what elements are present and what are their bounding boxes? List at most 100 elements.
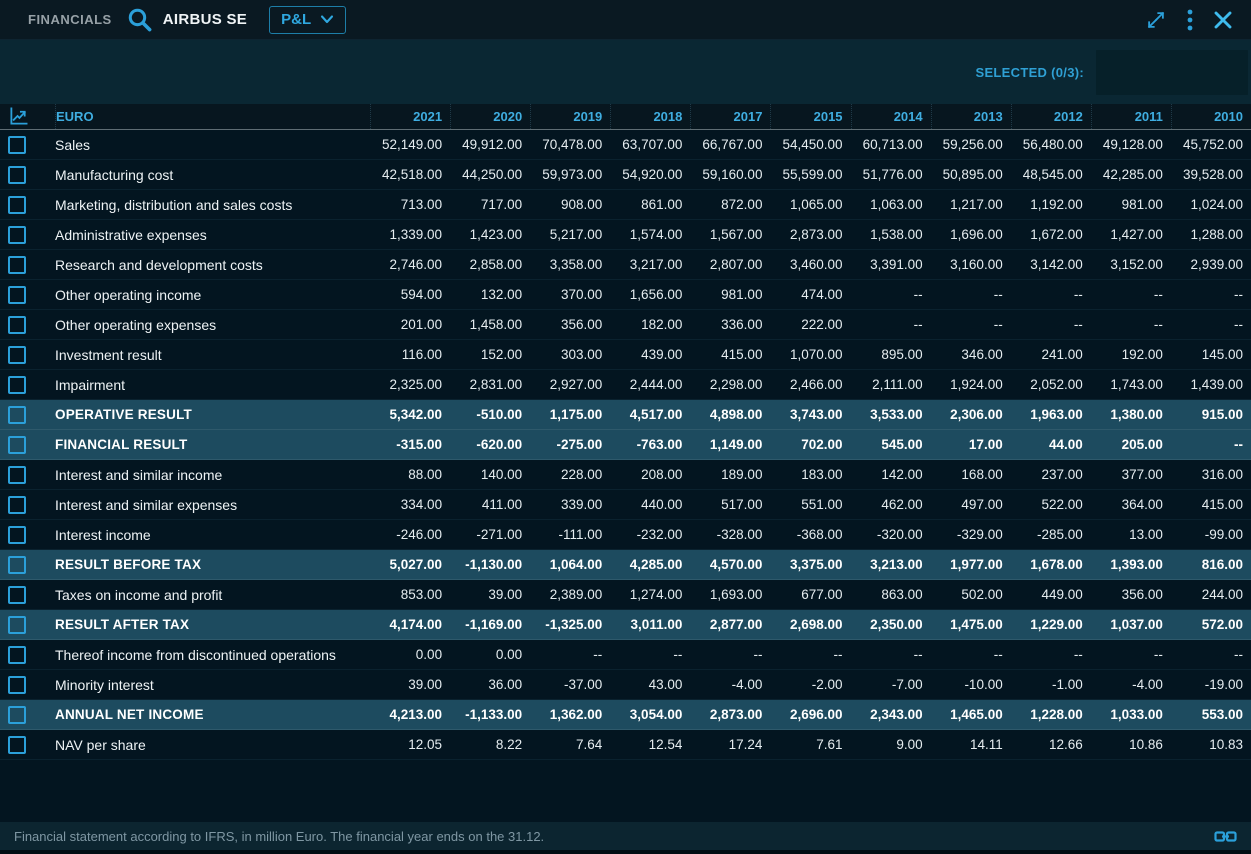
- row-checkbox[interactable]: [8, 436, 26, 454]
- cell-value: 3,358.00: [530, 257, 610, 272]
- cell-value: 4,213.00: [370, 707, 450, 722]
- cell-value: 205.00: [1091, 437, 1171, 452]
- cell-value: 2,298.00: [690, 377, 770, 392]
- cell-value: 1,033.00: [1091, 707, 1171, 722]
- cell-value: -1,130.00: [450, 557, 530, 572]
- table-row: Taxes on income and profit853.0039.002,3…: [0, 580, 1251, 610]
- row-checkbox[interactable]: [8, 226, 26, 244]
- cell-value: 3,142.00: [1011, 257, 1091, 272]
- row-checkbox-cell: [0, 616, 55, 634]
- row-checkbox-cell: [0, 676, 55, 694]
- cell-value: 4,285.00: [610, 557, 690, 572]
- table-row: Investment result116.00152.00303.00439.0…: [0, 340, 1251, 370]
- cell-value: 54,450.00: [770, 137, 850, 152]
- cell-value: --: [851, 317, 931, 332]
- row-checkbox[interactable]: [8, 736, 26, 754]
- cell-value: 17.00: [931, 437, 1011, 452]
- cell-value: 44.00: [1011, 437, 1091, 452]
- year-header: 2021: [370, 104, 450, 129]
- cell-value: 339.00: [530, 497, 610, 512]
- cell-value: 364.00: [1091, 497, 1171, 512]
- cell-value: 2,343.00: [851, 707, 931, 722]
- cell-value: -4.00: [690, 677, 770, 692]
- row-checkbox[interactable]: [8, 316, 26, 334]
- table-header: EURO 20212020201920182017201520142013201…: [0, 104, 1251, 130]
- cell-value: -315.00: [370, 437, 450, 452]
- financials-window: FINANCIALS AIRBUS SE P&L: [0, 0, 1251, 854]
- row-checkbox[interactable]: [8, 466, 26, 484]
- cell-value: 1,063.00: [851, 197, 931, 212]
- row-checkbox[interactable]: [8, 646, 26, 664]
- row-checkbox[interactable]: [8, 136, 26, 154]
- row-checkbox[interactable]: [8, 406, 26, 424]
- row-checkbox-cell: [0, 376, 55, 394]
- search-icon[interactable]: [126, 6, 153, 33]
- close-icon[interactable]: [1213, 10, 1233, 30]
- cell-value: 449.00: [1011, 587, 1091, 602]
- cell-value: 1,423.00: [450, 227, 530, 242]
- row-checkbox[interactable]: [8, 526, 26, 544]
- cell-value: 49,128.00: [1091, 137, 1171, 152]
- cell-value: --: [690, 647, 770, 662]
- cell-value: 2,052.00: [1011, 377, 1091, 392]
- row-checkbox[interactable]: [8, 256, 26, 274]
- expand-icon[interactable]: [1145, 9, 1167, 31]
- cell-value: 316.00: [1171, 467, 1251, 482]
- cell-value: 4,898.00: [690, 407, 770, 422]
- cell-value: 439.00: [610, 347, 690, 362]
- row-checkbox[interactable]: [8, 496, 26, 514]
- cell-value: -19.00: [1171, 677, 1251, 692]
- row-checkbox-cell: [0, 286, 55, 304]
- row-checkbox[interactable]: [8, 706, 26, 724]
- row-checkbox[interactable]: [8, 586, 26, 604]
- cell-value: --: [1171, 647, 1251, 662]
- statement-type-dropdown[interactable]: P&L: [269, 6, 346, 34]
- kebab-menu-icon[interactable]: [1187, 8, 1193, 32]
- row-checkbox[interactable]: [8, 196, 26, 214]
- row-label: Administrative expenses: [55, 227, 370, 243]
- cell-value: 132.00: [450, 287, 530, 302]
- cell-value: -4.00: [1091, 677, 1171, 692]
- cell-value: 36.00: [450, 677, 530, 692]
- row-checkbox[interactable]: [8, 346, 26, 364]
- row-checkbox[interactable]: [8, 616, 26, 634]
- cell-value: 2,306.00: [931, 407, 1011, 422]
- title-bar: FINANCIALS AIRBUS SE P&L: [0, 0, 1251, 40]
- table-row: Manufacturing cost42,518.0044,250.0059,9…: [0, 160, 1251, 190]
- cell-value: 545.00: [851, 437, 931, 452]
- row-checkbox-cell: [0, 436, 55, 454]
- cell-value: 56,480.00: [1011, 137, 1091, 152]
- row-checkbox-cell: [0, 556, 55, 574]
- cell-value: 3,217.00: [610, 257, 690, 272]
- cell-value: 1,175.00: [530, 407, 610, 422]
- cell-value: 356.00: [530, 317, 610, 332]
- row-checkbox[interactable]: [8, 286, 26, 304]
- row-label: RESULT AFTER TAX: [55, 617, 370, 632]
- cell-value: 12.05: [370, 737, 450, 752]
- cell-value: 4,570.00: [690, 557, 770, 572]
- row-label: Interest and similar income: [55, 467, 370, 483]
- cell-value: -285.00: [1011, 527, 1091, 542]
- row-checkbox[interactable]: [8, 166, 26, 184]
- link-icon[interactable]: [1214, 829, 1237, 844]
- chart-icon[interactable]: [0, 107, 55, 126]
- cell-value: -271.00: [450, 527, 530, 542]
- row-checkbox[interactable]: [8, 676, 26, 694]
- cell-value: 1,339.00: [370, 227, 450, 242]
- selection-input[interactable]: [1096, 50, 1248, 95]
- footer: Financial statement according to IFRS, i…: [0, 822, 1251, 850]
- row-checkbox[interactable]: [8, 556, 26, 574]
- cell-value: 502.00: [931, 587, 1011, 602]
- cell-value: 182.00: [610, 317, 690, 332]
- cell-value: -1,169.00: [450, 617, 530, 632]
- cell-value: 3,375.00: [770, 557, 850, 572]
- row-checkbox[interactable]: [8, 376, 26, 394]
- table-row: Impairment2,325.002,831.002,927.002,444.…: [0, 370, 1251, 400]
- cell-value: 336.00: [690, 317, 770, 332]
- cell-value: -2.00: [770, 677, 850, 692]
- cell-value: 1,064.00: [530, 557, 610, 572]
- row-checkbox-cell: [0, 196, 55, 214]
- cell-value: 2,877.00: [690, 617, 770, 632]
- cell-value: -1,133.00: [450, 707, 530, 722]
- row-label: Investment result: [55, 347, 370, 363]
